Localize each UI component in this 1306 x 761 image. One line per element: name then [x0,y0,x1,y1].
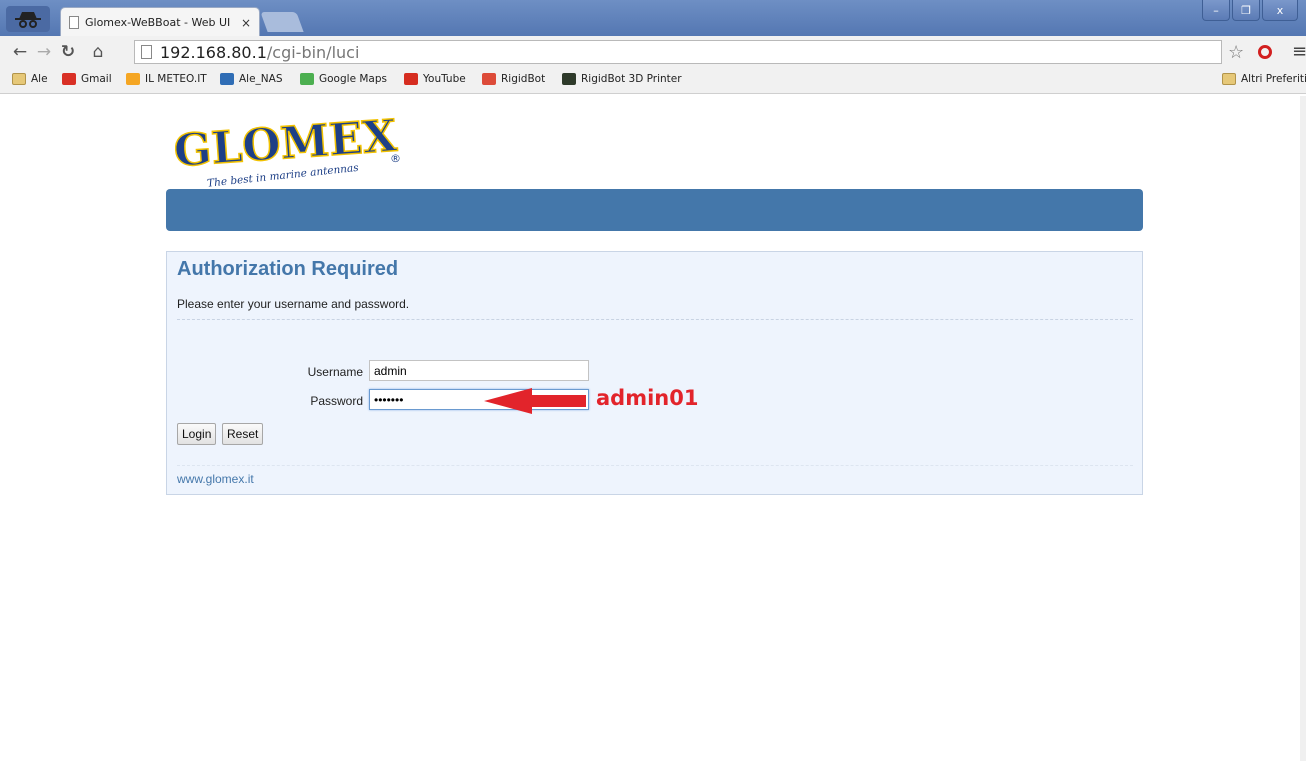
password-label: Password [310,394,363,408]
reload-icon[interactable]: ↻ [58,41,78,63]
home-icon[interactable]: ⌂ [88,41,108,63]
bookmark-gmail[interactable]: Gmail [62,73,112,85]
tab-title: Glomex-WeBBoat - Web UI [85,16,231,29]
header-bar [166,189,1143,231]
red-arrow-icon [482,385,588,422]
logo-word: GLOMEX [172,111,399,178]
close-window-button[interactable]: x [1262,0,1298,21]
incognito-icon [6,6,50,32]
googleplus-icon [482,73,496,85]
tab-close-icon[interactable]: × [241,16,251,30]
bookmark-label: Ale_NAS [239,73,283,85]
bookmark-rigidbot[interactable]: RigidBot [482,73,545,85]
footer-link[interactable]: www.glomex.it [177,472,254,486]
bookmark-rigidbot-3d[interactable]: RigidBot 3D Printer [562,73,682,85]
minimize-button[interactable]: – [1202,0,1230,21]
divider [177,465,1133,466]
back-arrow-icon[interactable]: ← [10,41,30,63]
youtube-icon [404,73,418,85]
bookmark-label: Ale [31,73,48,85]
page-title: Authorization Required [177,258,399,280]
opera-extension-icon[interactable] [1258,45,1272,59]
bookmark-google-maps[interactable]: Google Maps [300,73,387,85]
username-label: Username [307,365,363,379]
dsm-icon [220,73,234,85]
url-host: 192.168.80.1 [160,42,267,62]
gmail-icon [62,73,76,85]
bookmark-label: IL METEO.IT [145,73,207,85]
page-icon [69,16,79,29]
password-hint-annotation: admin01 [596,386,699,410]
bookmark-other[interactable]: Altri Preferiti [1222,73,1306,85]
bookmark-label: Gmail [81,73,112,85]
glomex-logo: GLOMEX The best in marine antennas ® [170,98,410,190]
bookmark-ale-nas[interactable]: Ale_NAS [220,73,283,85]
tab-strip: Glomex-WeBBoat - Web UI × – ❐ x [0,0,1306,37]
browser-tab[interactable]: Glomex-WeBBoat - Web UI × [60,7,260,37]
meteo-icon [126,73,140,85]
divider [177,319,1133,320]
rigidbot-icon [562,73,576,85]
username-field[interactable] [369,360,589,381]
folder-icon [1222,73,1236,85]
bookmark-label: RigidBot [501,73,546,85]
maps-icon [300,73,314,85]
registered-mark: ® [390,152,401,165]
bookmark-label: YouTube [423,73,466,85]
bookmark-meteo[interactable]: IL METEO.IT [126,73,207,85]
page-scrollbar[interactable] [1300,96,1306,761]
bookmark-label: RigidBot 3D Printer [581,73,682,85]
window-controls: – ❐ x [1200,0,1298,21]
bookmark-label: Google Maps [319,73,387,85]
menu-icon[interactable]: ≡ [1292,41,1306,62]
forward-arrow-icon[interactable]: → [34,41,54,63]
bookmark-star-icon[interactable]: ☆ [1228,42,1244,63]
url-path: /cgi-bin/luci [266,42,360,62]
page-icon [141,45,152,59]
login-panel: Authorization Required Please enter your… [166,251,1143,495]
bookmark-youtube[interactable]: YouTube [404,73,466,85]
login-button[interactable]: Login [177,423,217,445]
bookmark-ale[interactable]: Ale [12,73,48,85]
address-bar[interactable]: 192.168.80.1/cgi-bin/luci [134,40,1222,64]
bookmarks-bar: Ale Gmail IL METEO.IT Ale_NAS Google Map… [0,68,1306,94]
login-description: Please enter your username and password. [177,297,410,311]
new-tab-button[interactable] [260,12,304,32]
bookmark-label: Altri Preferiti [1241,73,1306,85]
browser-toolbar: ← → ↻ ⌂ 192.168.80.1/cgi-bin/luci ☆ ≡ [0,36,1306,68]
maximize-button[interactable]: ❐ [1232,0,1260,21]
reset-button[interactable]: Reset [222,423,264,445]
folder-icon [12,73,26,85]
